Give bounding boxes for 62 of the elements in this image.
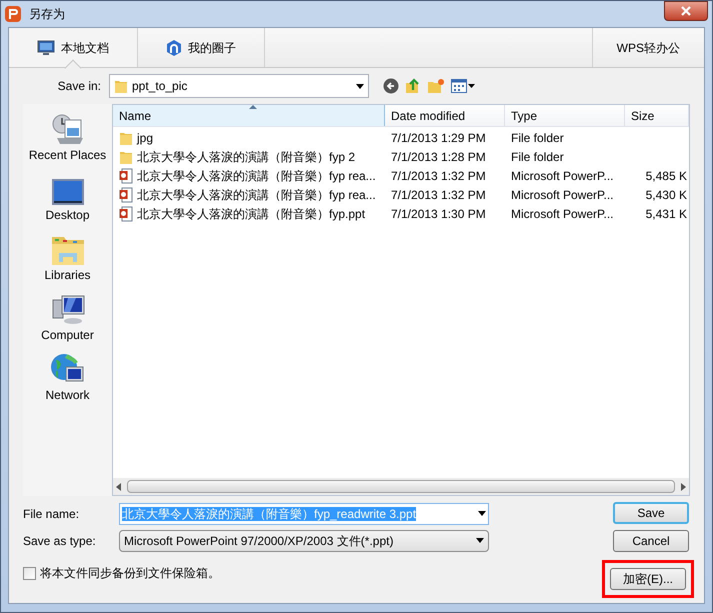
- dialog-button[interactable]: Cancel: [613, 530, 689, 552]
- file-name-cell[interactable]: 北京大學令人落淚的演講（附音樂）fyp.ppt: [113, 204, 385, 222]
- file-name-cell[interactable]: 北京大學令人落淚的演講（附音樂）fyp 2: [113, 148, 385, 166]
- column-header[interactable]: Type: [505, 105, 625, 126]
- date-cell-text: 7/1/2013 1:28 PM: [390, 148, 487, 166]
- dropdown-caret-icon: [356, 84, 364, 88]
- new-folder-icon[interactable]: [427, 78, 445, 94]
- type-cell-text: File folder: [510, 130, 565, 146]
- backup-checkbox[interactable]: [23, 566, 36, 580]
- libraries-icon: [50, 234, 84, 266]
- sidebar-item[interactable]: Network: [45, 352, 90, 404]
- tab[interactable]: 我的圈子: [138, 28, 265, 67]
- scroll-left-icon[interactable]: [115, 482, 123, 490]
- backup-label: 将本文件同步备份到文件保险箱。: [40, 565, 220, 582]
- window-title: 另存为: [29, 6, 65, 23]
- type-cell-text: Microsoft PowerP...: [510, 168, 614, 184]
- close-icon: [681, 6, 691, 16]
- presentation-file-icon: [119, 168, 133, 184]
- desktop-icon: [50, 178, 84, 206]
- dialog-button[interactable]: Save: [613, 502, 689, 524]
- file-name-cell[interactable]: jpg: [113, 128, 385, 146]
- presentation-file-icon: [119, 206, 133, 222]
- column-header[interactable]: Name: [113, 105, 385, 126]
- size-cell-text: 5,485 K: [644, 168, 688, 184]
- size-cell-text: 5,430 K: [644, 186, 688, 204]
- type-cell-text: Microsoft PowerP...: [510, 206, 614, 222]
- close-button[interactable]: [664, 1, 708, 21]
- file-name-cell[interactable]: 北京大學令人落淚的演講（附音樂）fyp rea...: [113, 166, 385, 184]
- date-cell-text: 7/1/2013 1:32 PM: [390, 168, 487, 184]
- computer-icon: [50, 294, 84, 326]
- dropdown-caret-icon: [478, 511, 486, 516]
- file-name-cell[interactable]: 北京大學令人落淚的演講（附音樂）fyp rea...: [113, 186, 385, 204]
- hexagon-logo-icon: [166, 38, 182, 56]
- app-logo-icon: [5, 6, 21, 22]
- file-name-label: File name:: [23, 506, 80, 522]
- type-cell-text: File folder: [510, 148, 565, 166]
- folder-icon: [114, 78, 128, 94]
- date-cell-text: 7/1/2013 1:32 PM: [390, 186, 487, 204]
- type-cell-text: Microsoft PowerP...: [510, 186, 614, 204]
- tab[interactable]: WPS轻办公: [592, 28, 704, 67]
- up-folder-icon[interactable]: [405, 78, 421, 94]
- save-as-type-dropdown[interactable]: Microsoft PowerPoint 97/2000/XP/2003 文件(*.ppt): [119, 530, 489, 552]
- sort-arrow-icon: [248, 105, 256, 109]
- sidebar-item[interactable]: Computer: [41, 292, 94, 344]
- sidebar-item[interactable]: Desktop: [45, 172, 90, 224]
- dialog-button[interactable]: 加密(E)...: [610, 568, 686, 590]
- save-in-dropdown[interactable]: ppt_to_pic: [109, 74, 369, 98]
- sidebar-item[interactable]: Recent Places: [28, 112, 106, 164]
- monitor-icon: [37, 40, 55, 56]
- save-in-label: Save in:: [56, 78, 102, 95]
- column-header[interactable]: Date modified: [385, 105, 505, 126]
- save-as-type-label: Save as type:: [23, 532, 97, 550]
- column-header[interactable]: Size: [625, 105, 689, 126]
- presentation-file-icon: [119, 186, 133, 202]
- date-cell-text: 7/1/2013 1:29 PM: [390, 130, 487, 146]
- dropdown-caret-icon: [476, 538, 484, 543]
- sidebar-item[interactable]: Libraries: [44, 232, 91, 284]
- size-cell-text: 5,431 K: [644, 206, 688, 222]
- scroll-right-icon[interactable]: [679, 482, 687, 490]
- date-cell-text: 7/1/2013 1:30 PM: [390, 206, 487, 222]
- recent-places-icon: [50, 114, 84, 146]
- view-menu-icon[interactable]: [451, 79, 475, 93]
